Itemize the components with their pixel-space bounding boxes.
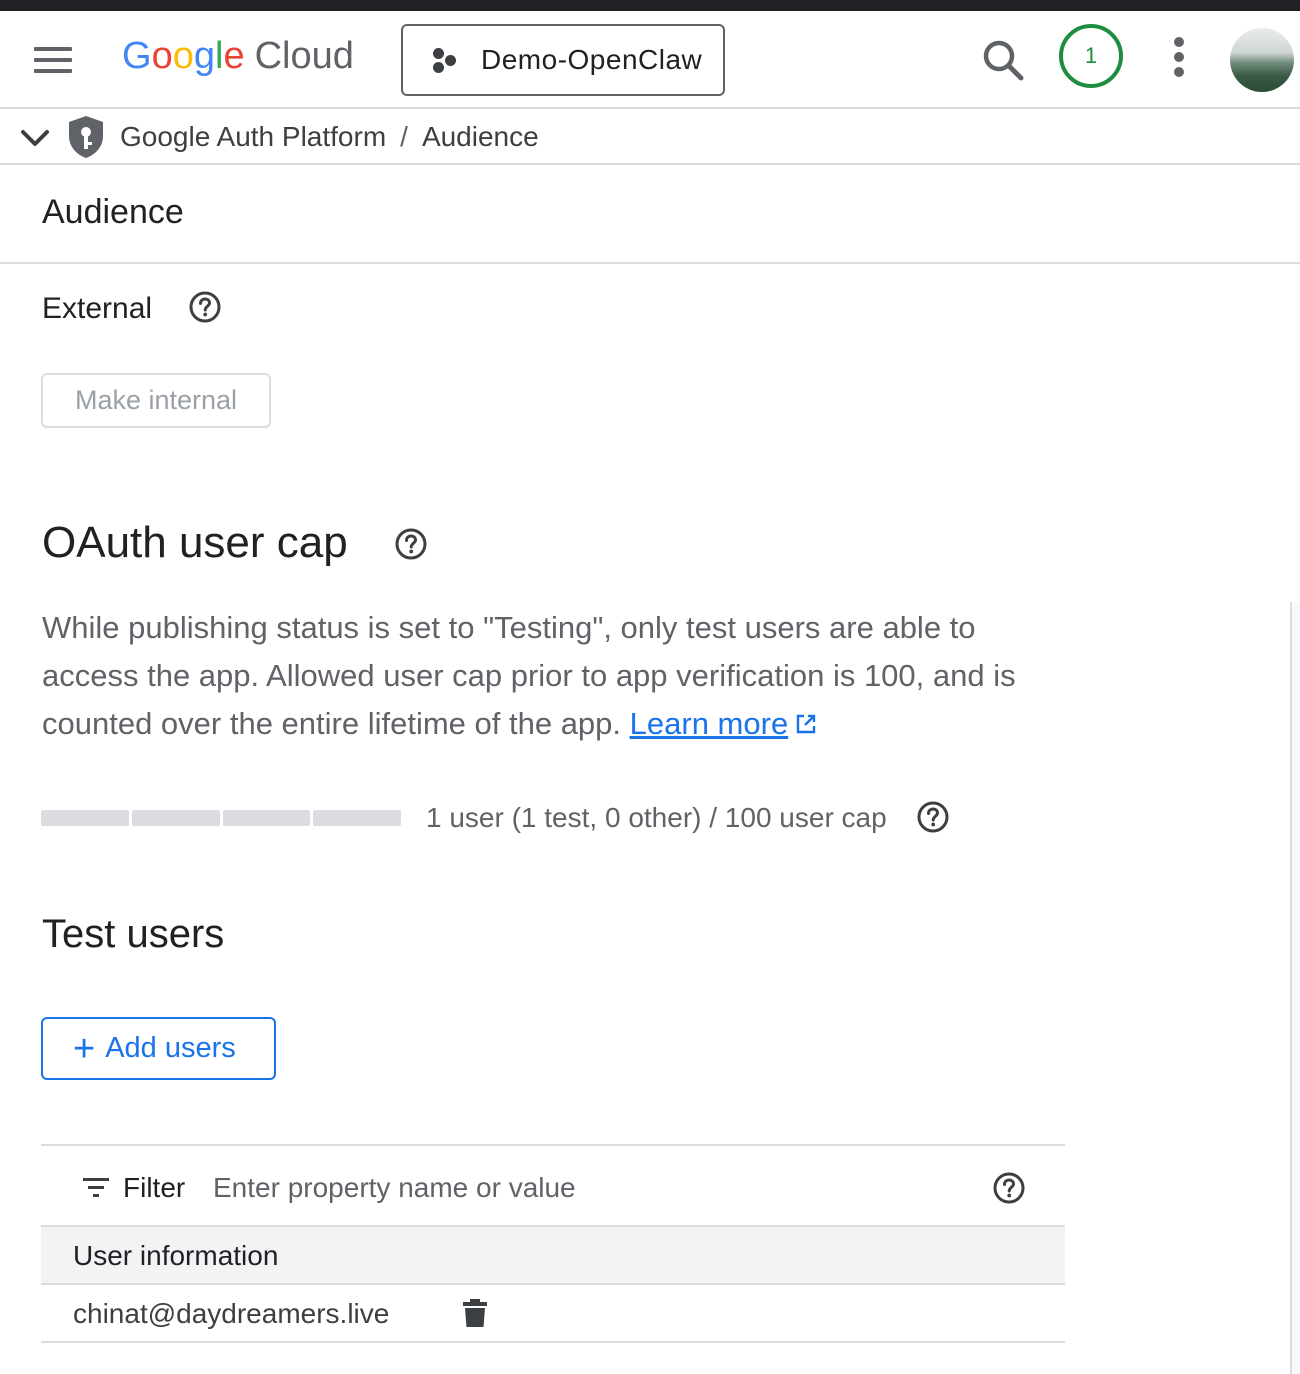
search-button[interactable] — [978, 35, 1028, 85]
help-icon[interactable] — [992, 1171, 1026, 1205]
help-icon[interactable] — [916, 800, 950, 834]
breadcrumb-separator: / — [400, 121, 408, 152]
external-link-icon — [796, 714, 816, 734]
filter-icon — [83, 1178, 109, 1197]
test-users-table: Filter User information chinat@daydreame… — [41, 1144, 1065, 1343]
oauth-cap-title: OAuth user cap — [42, 518, 348, 567]
user-type-label: External — [42, 292, 153, 325]
page-title-bar: Audience — [0, 165, 1300, 264]
table-header-row: User information — [41, 1227, 1065, 1285]
table-row: chinat@daydreamers.live — [41, 1285, 1065, 1343]
make-internal-button[interactable]: Make internal — [41, 373, 271, 428]
test-users-heading: Test users — [42, 912, 225, 956]
filter-input[interactable] — [213, 1166, 913, 1210]
menu-icon-bar — [34, 69, 72, 73]
breadcrumb-current: Audience — [421, 121, 539, 152]
trash-icon — [463, 1299, 487, 1327]
user-email: chinat@daydreamers.live — [73, 1298, 390, 1329]
shield-key-icon — [69, 116, 103, 158]
browser-top-strip — [0, 0, 1300, 11]
main-menu-button[interactable] — [28, 43, 78, 77]
project-name: Demo-OpenClaw — [481, 44, 703, 75]
learn-more-label: Learn more — [629, 706, 789, 741]
project-dots-icon — [431, 45, 461, 75]
breadcrumb-product-link[interactable]: Google Auth Platform — [120, 121, 386, 152]
notifications-badge[interactable]: 1 — [1059, 24, 1123, 88]
help-icon[interactable] — [188, 290, 222, 324]
user-cap-progress-bar — [41, 810, 401, 826]
delete-user-button[interactable] — [461, 1298, 489, 1328]
user-type-row: External — [42, 290, 222, 326]
top-header: Google Cloud Demo-OpenClaw 1 — [0, 11, 1300, 109]
filter-label: Filter — [123, 1172, 186, 1203]
oauth-cap-description: While publishing status is set to "Testi… — [42, 610, 1016, 741]
user-cap-usage-text: 1 user (1 test, 0 other) / 100 user cap — [426, 802, 887, 833]
help-icon[interactable] — [394, 527, 428, 561]
oauth-cap-heading: OAuth user cap — [42, 518, 428, 568]
plus-icon: + — [73, 1027, 96, 1070]
chevron-down-icon — [21, 130, 49, 146]
menu-icon-bar — [34, 58, 72, 62]
google-wordmark: Google — [122, 35, 245, 77]
table-filter-bar: Filter — [41, 1144, 1065, 1227]
menu-icon-bar — [34, 47, 72, 51]
cloud-wordmark: Cloud — [254, 35, 354, 77]
project-picker-button[interactable]: Demo-OpenClaw — [401, 24, 725, 96]
add-users-label: Add users — [105, 1032, 236, 1064]
user-cap-usage: 1 user (1 test, 0 other) / 100 user cap — [426, 800, 950, 834]
breadcrumb: Google Auth Platform / Audience — [0, 109, 1300, 165]
page-title: Audience — [42, 193, 184, 231]
account-avatar[interactable] — [1230, 28, 1294, 92]
google-cloud-logo[interactable]: Google Cloud — [122, 35, 354, 83]
more-vert-icon — [1174, 37, 1184, 47]
learn-more-link[interactable]: Learn more — [630, 706, 789, 741]
breadcrumb-trail: Google Auth Platform / Audience — [120, 121, 539, 153]
collapse-chevron-button[interactable] — [18, 121, 52, 155]
more-options-button[interactable] — [1166, 35, 1192, 79]
add-users-button[interactable]: + Add users — [41, 1017, 276, 1080]
page-scrollbar[interactable] — [1290, 602, 1300, 1374]
search-icon — [983, 40, 1024, 81]
column-header-user-information[interactable]: User information — [73, 1240, 278, 1272]
oauth-cap-description-block: While publishing status is set to "Testi… — [42, 604, 1072, 748]
